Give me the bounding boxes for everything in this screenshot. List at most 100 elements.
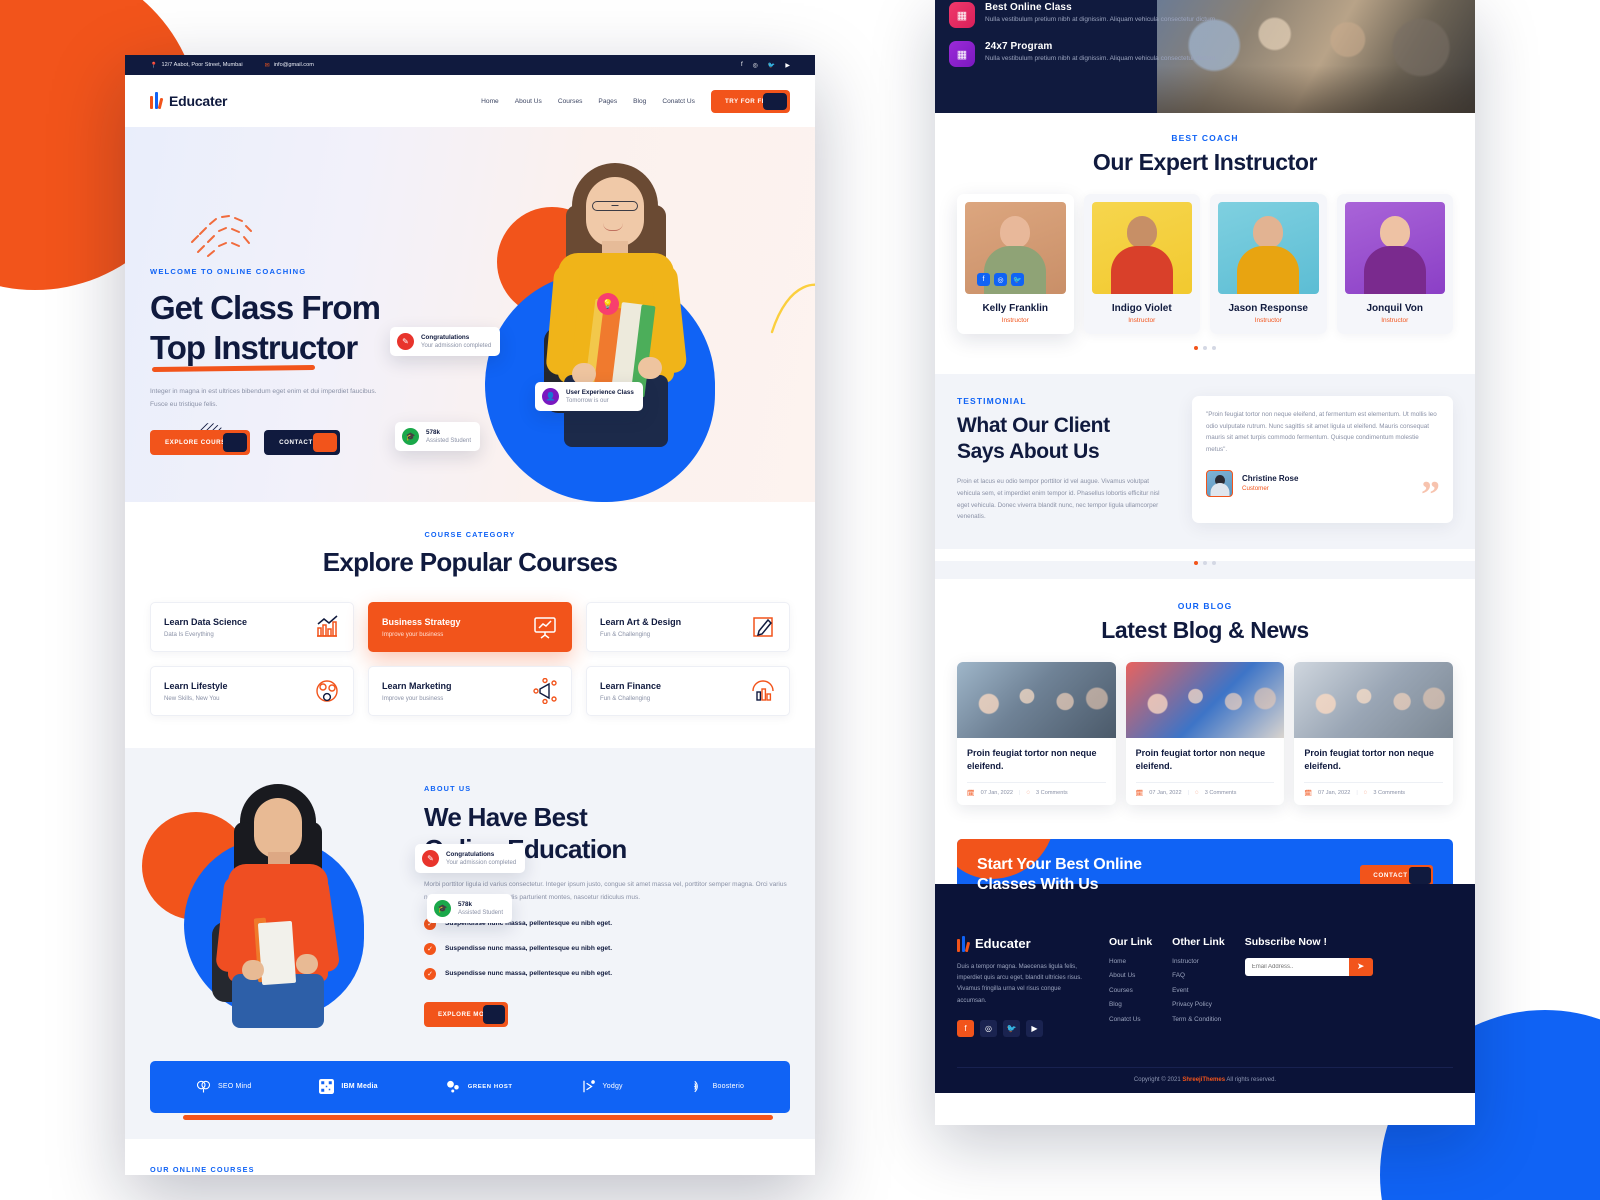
instructor-carousel-dots[interactable] [935, 346, 1475, 350]
instructor-card[interactable]: Indigo Violet Instructor [1083, 194, 1200, 334]
instructor-card[interactable]: f ◎ 🐦 Kelly Franklin Instructor [957, 194, 1074, 334]
footer-link[interactable]: Home [1109, 958, 1152, 965]
footer-link[interactable]: Privacy Policy [1172, 1001, 1225, 1008]
section-title: Our Expert Instructor [1092, 149, 1318, 175]
blog-card[interactable]: Proin feugiat tortor non neque eleifend.… [957, 661, 1116, 805]
twitter-icon[interactable]: 🐦 [1011, 273, 1024, 286]
email-text[interactable]: info@gmail.com [274, 62, 314, 68]
partner-boosterio[interactable]: Boosterio [691, 1079, 744, 1094]
partner-ibm-media[interactable]: IBM Media [319, 1079, 378, 1095]
testimonial-carousel-dots[interactable] [935, 560, 1475, 565]
carousel-dot[interactable] [1194, 346, 1198, 350]
category-subtitle: Fun & Challenging [600, 630, 651, 638]
footer-logo[interactable]: Educater [957, 935, 1089, 953]
twitter-icon[interactable]: 🐦 [1003, 1019, 1020, 1037]
chip-subtitle: Your admission completed [446, 860, 517, 866]
footer-link[interactable]: Courses [1109, 987, 1152, 994]
footer-link[interactable]: Conatct Us [1109, 1016, 1152, 1023]
blog-thumbnail [1125, 661, 1285, 738]
carousel-dot[interactable] [1212, 560, 1216, 565]
nav-item-contact-us[interactable]: Conatct Us [662, 98, 695, 105]
footer-column-title: Our Link [1109, 935, 1153, 948]
email-field[interactable] [1244, 957, 1349, 976]
carousel-dot[interactable] [1203, 560, 1207, 565]
title-line-1: What Our Client [957, 414, 1110, 437]
carousel-dot[interactable] [1212, 346, 1216, 350]
category-card-art-design[interactable]: Learn Art & Design Fun & Challenging [586, 602, 790, 652]
site-logo[interactable]: Educater [150, 92, 228, 110]
youtube-icon[interactable]: ▶ [1026, 1019, 1043, 1037]
partner-name: GREEN HOST [467, 1083, 513, 1090]
partner-yodgy[interactable]: Yodgy [581, 1079, 623, 1094]
facebook-icon[interactable]: f [957, 1019, 974, 1037]
blog-card[interactable]: Proin feugiat tortor non neque eleifend.… [1125, 661, 1285, 805]
category-card-business-strategy[interactable]: Business Strategy Improve your business [368, 602, 572, 652]
facebook-icon[interactable]: f [741, 62, 743, 69]
instagram-icon[interactable]: ◎ [980, 1019, 997, 1037]
subscribe-form[interactable]: ➤ [1244, 957, 1373, 976]
instagram-icon[interactable]: ◎ [753, 62, 758, 69]
cta-contact-button[interactable]: CONTACT US [1360, 864, 1433, 886]
footer-link[interactable]: About Us [1109, 972, 1152, 979]
nav-item-about-us[interactable]: About Us [515, 98, 542, 105]
nav-item-home[interactable]: Home [481, 98, 499, 105]
blog-title[interactable]: Proin feugiat tortor non neque eleifend. [967, 747, 1106, 773]
address-text: 12/7 Aabot, Poor Street, Mumbai [161, 62, 243, 68]
facebook-icon[interactable]: f [977, 273, 990, 286]
contact-us-button[interactable]: CONTACT US [264, 429, 340, 455]
footer-link[interactable]: FAQ [1172, 972, 1225, 979]
blog-title[interactable]: Proin feugiat tortor non neque eleifend. [1304, 747, 1443, 773]
instructor-name: Kelly Franklin [982, 303, 1049, 314]
instructor-socials[interactable]: f ◎ 🐦 [977, 273, 1024, 286]
twitter-icon[interactable]: 🐦 [768, 62, 775, 69]
category-name: Learn Lifestyle [164, 680, 228, 691]
partner-seo-mind[interactable]: SEO Mind [196, 1079, 252, 1094]
chip-subtitle: Tomorrow is our [566, 398, 609, 404]
topbar-socials[interactable]: f ◎ 🐦 ▶ [741, 62, 790, 69]
about-title-line-1: We Have Best [424, 802, 588, 832]
category-subtitle: Improve your business [382, 694, 444, 702]
site-footer: Educater Duis a tempor magna. Maecenas l… [935, 883, 1475, 1093]
category-card-finance[interactable]: Learn Finance Fun & Challenging [586, 666, 790, 716]
instructor-role: Instructor [1254, 317, 1282, 324]
footer-social-links[interactable]: f ◎ 🐦 ▶ [957, 1019, 1089, 1037]
about-student-photo [198, 782, 358, 1028]
chip-title: Congratulations [421, 334, 470, 341]
footer-link[interactable]: Instructor [1172, 958, 1225, 965]
instructor-card[interactable]: Jonquil Von Instructor [1336, 194, 1453, 334]
send-icon[interactable]: ➤ [1348, 957, 1373, 976]
footer-link[interactable]: Blog [1109, 1001, 1152, 1008]
nav-item-pages[interactable]: Pages [598, 98, 617, 105]
try-for-free-button[interactable]: TRY FOR FREE [710, 89, 790, 113]
footer-link[interactable]: Event [1172, 987, 1225, 994]
comment-icon: ◌ [1363, 790, 1368, 797]
nav-item-courses[interactable]: Courses [558, 98, 583, 105]
copyright-suffix: All rights reserved. [1225, 1076, 1277, 1083]
blog-card[interactable]: Proin feugiat tortor non neque eleifend.… [1294, 661, 1454, 805]
chip-subtitle: Assisted Student [426, 438, 472, 444]
chip-title: User Experience Class [566, 389, 634, 396]
category-card-lifestyle[interactable]: Learn Lifestyle New Skills, New You [150, 666, 354, 716]
explore-more-button[interactable]: EXPLORE MORE [424, 1001, 508, 1027]
youtube-icon[interactable]: ▶ [785, 62, 790, 69]
nav-item-blog[interactable]: Blog [633, 98, 646, 105]
email-info[interactable]: ✉ info@gmail.com [265, 62, 314, 69]
blog-title[interactable]: Proin feugiat tortor non neque eleifend. [1136, 747, 1275, 773]
footer-link[interactable]: Term & Condition [1172, 1016, 1225, 1023]
partner-green-host[interactable]: GREEN HOST [446, 1079, 513, 1094]
instagram-icon[interactable]: ◎ [994, 273, 1007, 286]
instructor-grid: f ◎ 🐦 Kelly Franklin Instructor Indigo V… [935, 194, 1475, 334]
mockup-stage: ▦ Best Online Class Nulla vestibulum pre… [0, 0, 1600, 1200]
carousel-dot[interactable] [1194, 560, 1198, 565]
calendar-icon: 🗓 [1304, 790, 1312, 797]
footer-column-other-link: Other Link Instructor FAQ Event Privacy … [1172, 936, 1225, 1037]
instructor-photo [1091, 202, 1192, 294]
category-card-marketing[interactable]: Learn Marketing Improve your business [368, 666, 572, 716]
carousel-dot[interactable] [1203, 346, 1207, 350]
footer-subscribe-block: Subscribe Now ! ➤ [1244, 936, 1373, 1037]
about-chip-congratulations: ✎ Congratulations Your admission complet… [415, 844, 526, 873]
explore-courses-button[interactable]: EXPLORE COURSES [150, 429, 251, 455]
instructor-photo: f ◎ 🐦 [965, 202, 1066, 294]
instructor-card[interactable]: Jason Response Instructor [1210, 194, 1327, 334]
category-card-data-science[interactable]: Learn Data Science Data Is Everything [150, 602, 354, 652]
